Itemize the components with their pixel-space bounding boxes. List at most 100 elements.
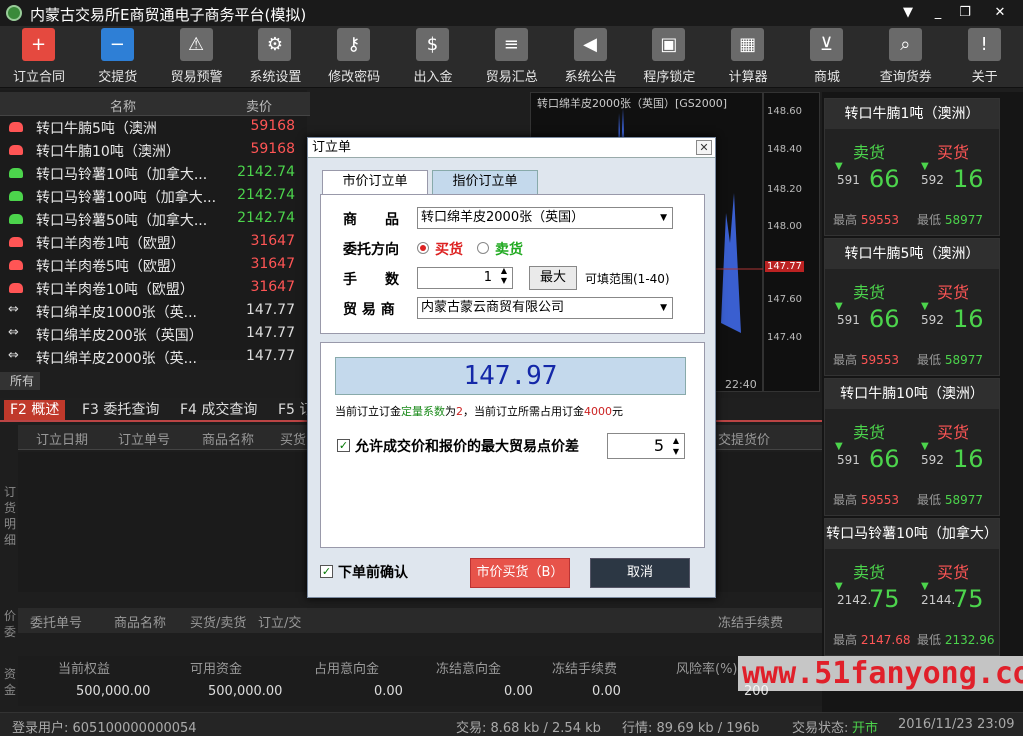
quote-card[interactable]: 转口牛腩5吨（澳洲） 卖货 买货 ▼ ▼ 591 66 592 16 最高 59553 最低 589… xyxy=(824,238,1000,376)
info-text: 为 xyxy=(445,405,456,418)
tab-entrust-query[interactable]: F3 委托查询 xyxy=(76,400,165,420)
quote-row[interactable]: 转口羊肉卷5吨（欧盟） 31647 xyxy=(0,254,307,277)
quote-row[interactable]: ⇔ 转口绵羊皮2000张（英... 147.77 xyxy=(0,346,307,369)
stepper-arrows-icon[interactable]: ▲ ▼ xyxy=(673,435,679,457)
quote-sell-price: 31647 xyxy=(250,233,295,249)
toolbar-button-12[interactable]: ! 关于 xyxy=(948,26,1022,88)
window-title: 内蒙古交易所E商贸通电子商务平台(模拟) xyxy=(30,6,307,24)
toolbar-button-9[interactable]: ▦ 计算器 xyxy=(711,26,785,88)
toolbar-button-11[interactable]: ⌕ 查询货券 xyxy=(869,26,943,88)
stepper-arrows-icon[interactable]: ▲ ▼ xyxy=(501,266,507,286)
qty-stepper[interactable]: 1 ▲ ▼ xyxy=(417,266,513,289)
tab-deal-query[interactable]: F4 成交查询 xyxy=(174,400,263,420)
quote-row[interactable]: 转口羊肉卷10吨（欧盟） 31647 xyxy=(0,277,307,300)
radio-buy[interactable] xyxy=(417,242,429,254)
col-header[interactable]: 交提货价 xyxy=(718,429,770,448)
toolbar-button-4[interactable]: ⚷ 修改密码 xyxy=(317,26,391,88)
buy-option-label[interactable]: 买货 xyxy=(435,239,463,259)
card-sell-label[interactable]: 卖货 xyxy=(853,139,885,163)
card-buy-label[interactable]: 买货 xyxy=(937,559,969,583)
tab-market-order[interactable]: 市价订立单 xyxy=(322,170,428,194)
card-buy-label[interactable]: 买货 xyxy=(937,419,969,443)
quotes-tab-all[interactable]: 所有 xyxy=(0,372,40,390)
card-title: 转口马铃薯10吨（加拿大） xyxy=(825,519,999,549)
quote-row[interactable]: ⇔ 转口绵羊皮200张（英国） 147.77 xyxy=(0,323,307,346)
card-low-label: 最低 xyxy=(917,633,942,647)
y-tick: 148.60 xyxy=(767,106,802,117)
quote-card[interactable]: 转口马铃薯10吨（加拿大） 卖货 买货 ▼ ▼ 2142. 75 2144. 75 最高 2147… xyxy=(824,518,1000,656)
radio-sell[interactable] xyxy=(477,242,489,254)
fund-header: 冻结意向金 xyxy=(436,662,502,677)
order-dialog: 订立单 ✕ 市价订立单 指价订立单 商 品 转口绵羊皮2000张（英国） ▼ 委托… xyxy=(307,137,716,598)
col-header[interactable]: 商品名称 xyxy=(114,612,166,631)
col-header[interactable]: 商品名称 xyxy=(202,429,254,448)
card-buy-label[interactable]: 买货 xyxy=(937,279,969,303)
confirm-checkbox[interactable]: ✓ xyxy=(320,565,333,578)
info-text: 当前订立订金 xyxy=(335,405,401,418)
quote-name: 转口羊肉卷5吨（欧盟） xyxy=(36,259,185,275)
ask-big: 16 xyxy=(953,165,984,193)
col-header[interactable]: 订立日期 xyxy=(36,429,88,448)
quote-row[interactable]: 转口马铃薯50吨（加拿大... 2142.74 xyxy=(0,208,307,231)
skin-icon[interactable]: ▼ xyxy=(898,4,918,22)
dialog-close-button[interactable]: ✕ xyxy=(696,140,712,155)
quote-card[interactable]: 转口牛腩1吨（澳洲） 卖货 买货 ▼ ▼ 591 66 592 16 最高 59553 最低 589… xyxy=(824,98,1000,236)
header-name[interactable]: 名称 xyxy=(110,96,136,115)
quote-row[interactable]: 转口牛腩5吨（澳洲 59168 xyxy=(0,116,307,139)
toolbar-button-5[interactable]: $ 出入金 xyxy=(396,26,470,88)
market-buy-button[interactable]: 市价买货（B） xyxy=(470,558,570,588)
toolbar-button-0[interactable]: + 订立合同 xyxy=(2,26,76,88)
max-button[interactable]: 最大 xyxy=(529,266,577,290)
card-sell-label[interactable]: 卖货 xyxy=(853,559,885,583)
allow-diff-checkbox[interactable]: ✓ xyxy=(337,439,350,452)
quote-row[interactable]: 转口马铃薯100吨（加拿大... 2142.74 xyxy=(0,185,307,208)
quote-row[interactable]: ⇔ 转口绵羊皮1000张（英... 147.77 xyxy=(0,300,307,323)
cloud-down-icon xyxy=(9,214,23,224)
toolbar-button-3[interactable]: ⚙ 系统设置 xyxy=(238,26,312,88)
tab-limit-order[interactable]: 指价订立单 xyxy=(432,170,538,194)
card-buy-label[interactable]: 买货 xyxy=(937,139,969,163)
header-sell[interactable]: 卖价 xyxy=(246,96,272,115)
ask-small: 592 xyxy=(921,453,944,467)
sell-option-label[interactable]: 卖货 xyxy=(495,239,523,259)
col-header[interactable]: 冻结手续费 xyxy=(718,612,783,631)
card-high-label: 最高 xyxy=(833,633,858,647)
diff-stepper[interactable]: 5 ▲ ▼ xyxy=(607,433,685,459)
maximize-button[interactable]: ❐ xyxy=(955,4,975,22)
toolbar-button-6[interactable]: ≡ 贸易汇总 xyxy=(475,26,549,88)
col-header[interactable]: 买货 xyxy=(280,429,306,448)
close-button[interactable]: ✕ xyxy=(990,4,1010,22)
y-tick: 147.40 xyxy=(767,332,802,343)
lock-icon: ▣ xyxy=(652,28,686,61)
col-header[interactable]: 委托单号 xyxy=(30,612,82,631)
plus-circle-icon: + xyxy=(22,28,55,61)
fund-header: 当前权益 xyxy=(58,662,111,677)
quote-card[interactable]: 转口牛腩10吨（澳洲） 卖货 买货 ▼ ▼ 591 66 592 16 最高 59553 最低 58… xyxy=(824,378,1000,516)
quote-row[interactable]: 转口羊肉卷1吨（欧盟） 31647 xyxy=(0,231,307,254)
fund-header: 风险率(%) xyxy=(676,662,738,677)
quote-sell-price: 147.77 xyxy=(246,325,295,341)
card-sell-label[interactable]: 卖货 xyxy=(853,419,885,443)
document-icon: ≡ xyxy=(494,28,528,61)
tab-overview[interactable]: F2 概述 xyxy=(4,400,66,420)
toolbar-label: 订立合同 xyxy=(12,70,65,85)
ask-big: 16 xyxy=(953,305,984,333)
card-sell-label[interactable]: 卖货 xyxy=(853,279,885,303)
cancel-button[interactable]: 取消 xyxy=(590,558,690,588)
col-header[interactable]: 买货/卖货 xyxy=(190,612,246,631)
quote-row[interactable]: 转口牛腩10吨（澳洲） 59168 xyxy=(0,139,307,162)
col-header[interactable]: 订立/交 xyxy=(258,612,301,631)
product-select[interactable]: 转口绵羊皮2000张（英国） ▼ xyxy=(417,207,673,229)
toolbar-button-8[interactable]: ▣ 程序锁定 xyxy=(632,26,706,88)
toolbar-label: 查询货券 xyxy=(879,70,932,85)
toolbar-button-2[interactable]: ⚠ 贸易预警 xyxy=(160,26,234,88)
toolbar-button-7[interactable]: ◀ 系统公告 xyxy=(554,26,628,88)
confirm-label: 下单前确认 xyxy=(338,565,408,581)
trader-select[interactable]: 内蒙古蒙云商贸有限公司 ▼ xyxy=(417,297,673,319)
toolbar-button-1[interactable]: − 交提货 xyxy=(81,26,155,88)
toolbar-button-10[interactable]: ⊻ 商城 xyxy=(790,26,864,88)
col-header[interactable]: 订立单号 xyxy=(118,429,170,448)
minimize-button[interactable]: _ xyxy=(928,4,948,22)
quote-row[interactable]: 转口马铃薯10吨（加拿大... 2142.74 xyxy=(0,162,307,185)
card-low: 最低 58977 xyxy=(917,351,983,368)
